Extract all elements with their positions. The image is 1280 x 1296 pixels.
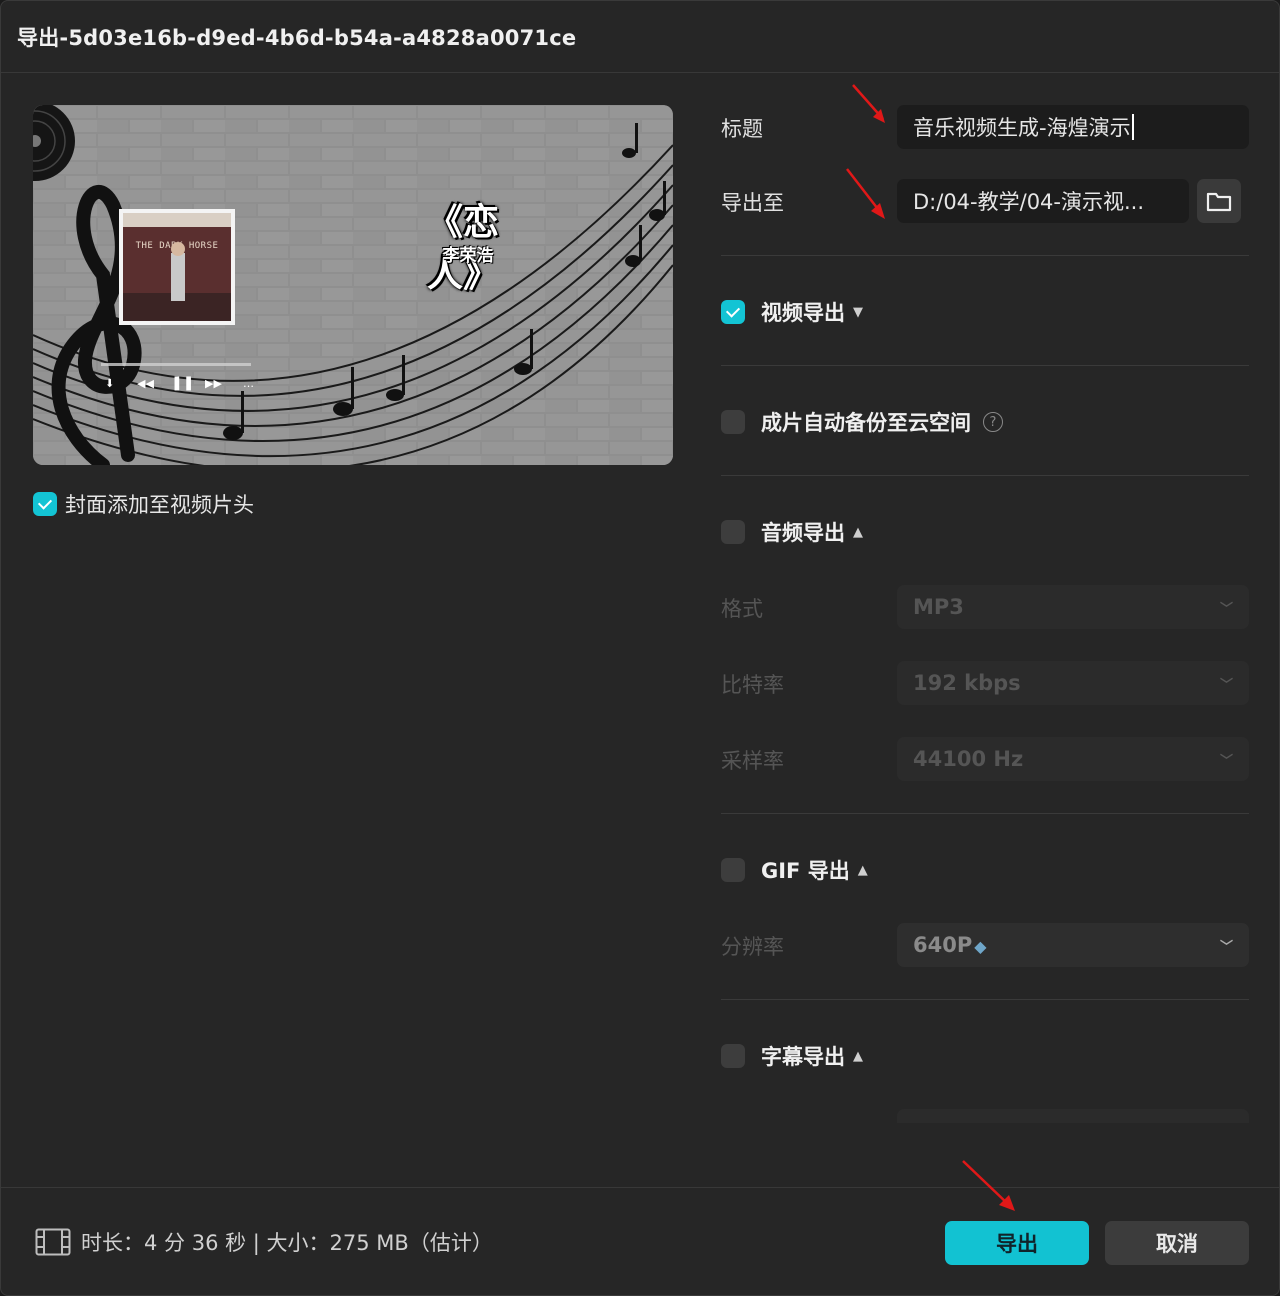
chevron-down-icon: ﹀: [1219, 677, 1233, 693]
gif-export-section[interactable]: GIF 导出 ▲: [721, 855, 868, 885]
export-to-label: 导出至: [721, 191, 784, 215]
subtitle-export-section[interactable]: 字幕导出 ▲: [721, 1041, 863, 1071]
gif-export-checkbox[interactable]: [721, 858, 745, 882]
text-caret: [1131, 114, 1134, 140]
annotation-arrow-icon: [846, 168, 885, 219]
player-progress-bar[interactable]: [101, 363, 251, 366]
format-label: 格式: [721, 597, 763, 621]
bitrate-label: 比特率: [721, 673, 784, 697]
cloud-backup-title: 成片自动备份至云空间: [761, 411, 971, 435]
cancel-button[interactable]: 取消: [1105, 1221, 1249, 1265]
export-button[interactable]: 导出: [945, 1221, 1089, 1265]
rewind-icon[interactable]: ◀◀: [137, 377, 154, 390]
title-bar: 导出-5d03e16b-d9ed-4b6d-b54a-a4828a0071ce: [1, 1, 1279, 73]
resolution-value: 640P: [913, 933, 973, 957]
export-path-input[interactable]: D:/04-教学/04-演示视...: [897, 179, 1189, 223]
video-export-checkbox[interactable]: [721, 300, 745, 324]
duration-size-text: 时长：4 分 36 秒 | 大小：275 MB（估计）: [81, 1231, 493, 1255]
export-info: 时长：4 分 36 秒 | 大小：275 MB（估计）: [35, 1227, 493, 1257]
chevron-down-icon: ﹀: [1219, 939, 1233, 955]
album-art-image: [123, 213, 231, 321]
caret-up-icon[interactable]: ▲: [858, 863, 868, 878]
song-artist: 李荣浩: [442, 246, 494, 266]
bitrate-select[interactable]: 192 kbps ﹀: [897, 661, 1249, 705]
footer-divider: [1, 1187, 1279, 1188]
fast-forward-icon[interactable]: ▶▶: [205, 377, 222, 390]
resolution-label: 分辨率: [721, 935, 784, 959]
resolution-select[interactable]: 640P ◆ ﹀: [897, 923, 1249, 967]
samplerate-label: 采样率: [721, 749, 784, 773]
chevron-down-icon: ﹀: [1219, 601, 1233, 617]
caret-down-icon[interactable]: ▼: [853, 305, 863, 320]
film-icon: [35, 1228, 71, 1256]
cover-checkbox-label: 封面添加至视频片头: [65, 493, 254, 517]
bitrate-value: 192 kbps: [913, 671, 1021, 695]
audio-export-section[interactable]: 音频导出 ▲: [721, 517, 863, 547]
subtitle-export-title: 字幕导出: [761, 1045, 845, 1069]
export-dialog: 导出-5d03e16b-d9ed-4b6d-b54a-a4828a0071ce: [0, 0, 1280, 1296]
subtitle-export-checkbox[interactable]: [721, 1044, 745, 1068]
diamond-icon: ◆: [974, 937, 987, 956]
format-select[interactable]: MP3 ﹀: [897, 585, 1249, 629]
audio-export-title: 音频导出: [761, 521, 845, 545]
divider: [721, 999, 1249, 1000]
gif-export-title: GIF 导出: [761, 859, 850, 883]
title-label: 标题: [721, 117, 763, 141]
cloud-backup-checkbox[interactable]: [721, 410, 745, 434]
help-icon[interactable]: ?: [983, 412, 1003, 432]
divider: [721, 365, 1249, 366]
download-icon[interactable]: ⬇: [105, 377, 114, 390]
dialog-title: 导出-5d03e16b-d9ed-4b6d-b54a-a4828a0071ce: [17, 25, 577, 50]
format-value: MP3: [913, 595, 964, 619]
divider: [721, 475, 1249, 476]
title-input-value: 音乐视频生成-海煌演示: [913, 116, 1131, 140]
caret-up-icon[interactable]: ▲: [853, 1049, 863, 1064]
annotation-arrow-icon: [852, 84, 885, 123]
cover-checkbox[interactable]: [33, 492, 57, 516]
video-export-section[interactable]: 视频导出 ▼: [721, 297, 863, 327]
samplerate-value: 44100 Hz: [913, 747, 1024, 771]
more-icon[interactable]: …: [243, 377, 254, 390]
video-preview: 《恋人》 李荣浩 THE DARK HORSE ⬇ ◀◀ ❚❚ ▶▶ …: [33, 105, 673, 465]
browse-folder-button[interactable]: [1197, 179, 1241, 223]
annotation-arrow-icon: [962, 1160, 1015, 1211]
video-export-title: 视频导出: [761, 301, 845, 325]
divider: [721, 813, 1249, 814]
cloud-backup-section[interactable]: 成片自动备份至云空间 ?: [721, 407, 1003, 437]
divider: [721, 255, 1249, 256]
audio-export-checkbox[interactable]: [721, 520, 745, 544]
album-art: THE DARK HORSE: [119, 209, 235, 325]
scrolled-select-edge: [897, 1109, 1249, 1123]
pause-icon[interactable]: ❚❚: [171, 375, 194, 391]
export-path-value: D:/04-教学/04-演示视...: [913, 190, 1145, 214]
caret-up-icon[interactable]: ▲: [853, 525, 863, 540]
chevron-down-icon: ﹀: [1219, 753, 1233, 769]
folder-icon: [1206, 192, 1232, 212]
samplerate-select[interactable]: 44100 Hz ﹀: [897, 737, 1249, 781]
title-input[interactable]: 音乐视频生成-海煌演示: [897, 105, 1249, 149]
cover-option[interactable]: 封面添加至视频片头: [33, 489, 254, 519]
